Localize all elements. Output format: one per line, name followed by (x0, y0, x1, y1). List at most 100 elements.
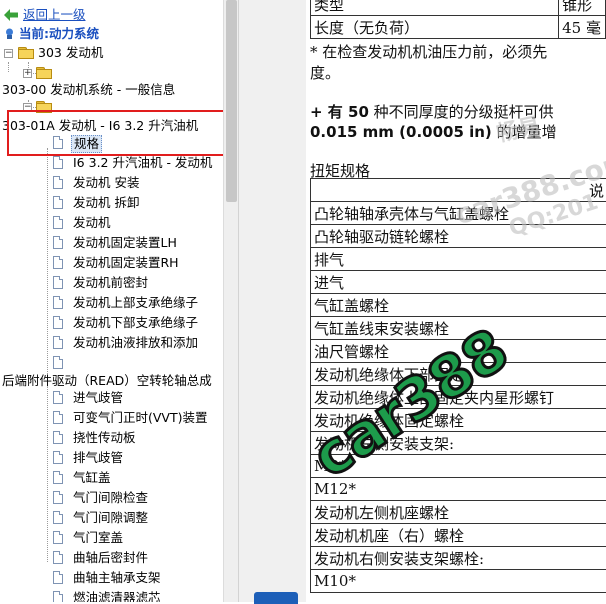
document-icon (53, 431, 63, 444)
document-icon (53, 176, 63, 189)
table-row: 发动机绝缘体上部固定夹内星形螺钉 (311, 386, 606, 409)
document-icon (53, 451, 63, 464)
tree-item-label: 曲轴主轴承支架 (73, 568, 161, 588)
table-row: M10* (311, 570, 606, 593)
tree-group-303-label: 303 发动机 (38, 43, 103, 63)
tree-item-label: 发动机油液排放和添加 (73, 333, 198, 353)
table-cell: 锥形 (559, 0, 606, 16)
table-row: 发动机机座（右）螺栓 (311, 524, 606, 547)
document-icon (53, 276, 63, 289)
torque-table: 说 凸轮轴轴承壳体与气缸盖螺栓 凸轮轴驱动链轮螺栓 排气 进气 气缸盖螺栓 气缸… (310, 178, 606, 593)
tree-item-label: 发动机固定装置LH (73, 233, 177, 253)
document-icon (53, 551, 63, 564)
spec-table: 类型 锥形 长度（无负荷） 45 毫 (310, 0, 606, 39)
document-icon (53, 216, 63, 229)
table-row: 凸轮轴轴承壳体与气缸盖螺栓 (311, 202, 606, 225)
table-cell: 发动机绝缘体固定螺栓 (311, 409, 606, 432)
table-cell: 发动机右侧安装支架螺栓: (311, 547, 606, 570)
pane-divider[interactable] (238, 0, 306, 602)
table-cell: M12* (311, 478, 606, 501)
table-header-cell: 说 (311, 179, 606, 202)
note-suffix: 的增量增 (492, 123, 557, 141)
table-row: 发动机左侧安装支架: (311, 432, 606, 455)
highlight-box (7, 110, 232, 156)
table-row: 气缸盖螺栓 (311, 294, 606, 317)
table-cell: 气缸盖螺栓 (311, 294, 606, 317)
document-icon (53, 491, 63, 504)
document-icon (53, 411, 63, 424)
table-cell: 凸轮轴驱动链轮螺栓 (311, 225, 606, 248)
note-suffix: 种不同厚度的分级挺杆可供 (369, 103, 554, 121)
document-icon (53, 256, 63, 269)
document-icon (53, 531, 63, 544)
tree-item-label: 进气歧管 (73, 388, 123, 408)
tree-item-label: 发动机上部支承绝缘子 (73, 293, 198, 313)
current-location-label: 当前:动力系统 (19, 24, 99, 44)
document-icon (53, 336, 63, 349)
table-cell: 长度（无负荷） (311, 16, 559, 39)
table-row: 发动机右侧安装支架螺栓: (311, 547, 606, 570)
tree-item-label: 可变气门正时(VVT)装置 (73, 408, 208, 428)
note-text-2: + 有 50 种不同厚度的分级挺杆可供 (310, 101, 554, 122)
tree-item-label: 发动机前密封 (73, 273, 148, 293)
table-row: 长度（无负荷） 45 毫 (311, 16, 606, 39)
table-row: 气缸盖线束安装螺栓 (311, 317, 606, 340)
location-icon (4, 28, 15, 40)
tree-item-label: 发动机 拆卸 (73, 193, 139, 213)
document-pane: 类型 锥形 长度（无负荷） 45 毫 * 在检查发动机机油压力前，必须先 度。 … (306, 0, 606, 602)
tree-item-label: 气缸盖 (73, 468, 111, 488)
document-icon (53, 236, 63, 249)
table-row: 发动机左侧机座螺栓 (311, 501, 606, 524)
table-cell: 发动机左侧安装支架: (311, 432, 606, 455)
table-cell: M10* (311, 570, 606, 593)
document-icon (53, 511, 63, 524)
document-icon (53, 156, 63, 169)
note-text: 度。 (310, 62, 340, 83)
tree-item-label: 挠性传动板 (73, 428, 136, 448)
tree-item-303-00[interactable]: 303-00 发动机系统 - 一般信息 (2, 80, 175, 100)
table-row: 排气 (311, 248, 606, 271)
table-row: 发动机绝缘体下部固定 (311, 363, 606, 386)
document-icon (53, 391, 63, 404)
tree-item-label: I6 3.2 升汽油机 - 发动机 (73, 153, 212, 173)
expand-toggle-icon[interactable]: + (23, 69, 32, 78)
tree-item-label: 气门间隙检查 (73, 488, 148, 508)
table-cell: 气缸盖线束安装螺栓 (311, 317, 606, 340)
note-value: 0.015 mm (0.0005 in) (310, 123, 492, 141)
table-cell: 油尺管螺栓 (311, 340, 606, 363)
note-prefix: + 有 (310, 103, 348, 121)
table-header-row: 说 (311, 179, 606, 202)
table-cell: 类型 (311, 0, 559, 16)
table-row: M8* (311, 455, 606, 478)
scrollbar-thumb[interactable] (226, 0, 237, 202)
table-cell: 发动机绝缘体下部固定 (311, 363, 606, 386)
table-cell: 进气 (311, 271, 606, 294)
table-cell: 发动机机座（右）螺栓 (311, 524, 606, 547)
bottom-tab-button[interactable] (254, 592, 298, 604)
tree-item-label: 发动机下部支承绝缘子 (73, 313, 198, 333)
table-cell: M8* (311, 455, 606, 478)
table-cell: 发动机左侧机座螺栓 (311, 501, 606, 524)
document-icon (53, 591, 63, 602)
note-number: 50 (348, 103, 369, 121)
document-icon (53, 196, 63, 209)
table-row: 类型 锥形 (311, 0, 606, 16)
tree-item-label: 发动机 (73, 213, 111, 233)
navigation-tree: 返回上一级 当前:动力系统 − 303 发动机 + 303-00 发动机系统 -… (0, 0, 238, 602)
tree-item-label: 气门室盖 (73, 528, 123, 548)
document-icon (53, 571, 63, 584)
collapse-toggle-icon[interactable]: − (4, 49, 13, 58)
folder-icon (36, 67, 52, 79)
back-arrow-icon (4, 9, 18, 21)
table-row: 进气 (311, 271, 606, 294)
document-icon (53, 296, 63, 309)
table-row: 油尺管螺栓 (311, 340, 606, 363)
document-icon (53, 356, 63, 369)
tree-item-label: 发动机 安装 (73, 173, 139, 193)
table-cell: 发动机绝缘体上部固定夹内星形螺钉 (311, 386, 606, 409)
tree-scrollbar[interactable] (223, 0, 238, 602)
table-row: 凸轮轴驱动链轮螺栓 (311, 225, 606, 248)
folder-icon (18, 47, 34, 59)
back-link-label: 返回上一级 (23, 5, 86, 25)
tree-item-label: 气门间隙调整 (73, 508, 148, 528)
